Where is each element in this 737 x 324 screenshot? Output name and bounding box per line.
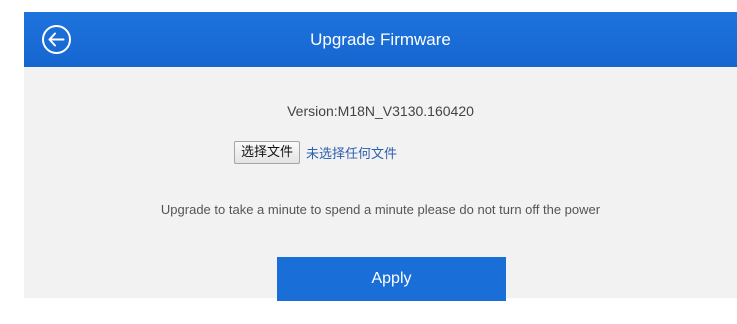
apply-button[interactable]: Apply: [277, 257, 506, 301]
page-title: Upgrade Firmware: [310, 30, 451, 49]
upgrade-notice: Upgrade to take a minute to spend a minu…: [160, 202, 601, 217]
file-status-text: 未选择任何文件: [306, 146, 398, 162]
file-picker: 选择文件 未选择任何文件: [234, 140, 397, 164]
upgrade-firmware-panel: Upgrade Firmware Version:M18N_V3130.1604…: [24, 12, 737, 301]
header-bar: Upgrade Firmware: [24, 12, 737, 67]
choose-file-button[interactable]: 选择文件: [234, 140, 301, 164]
firmware-version: Version:M18N_V3130.160420: [287, 103, 474, 119]
back-arrow-circle-icon[interactable]: [41, 24, 72, 55]
